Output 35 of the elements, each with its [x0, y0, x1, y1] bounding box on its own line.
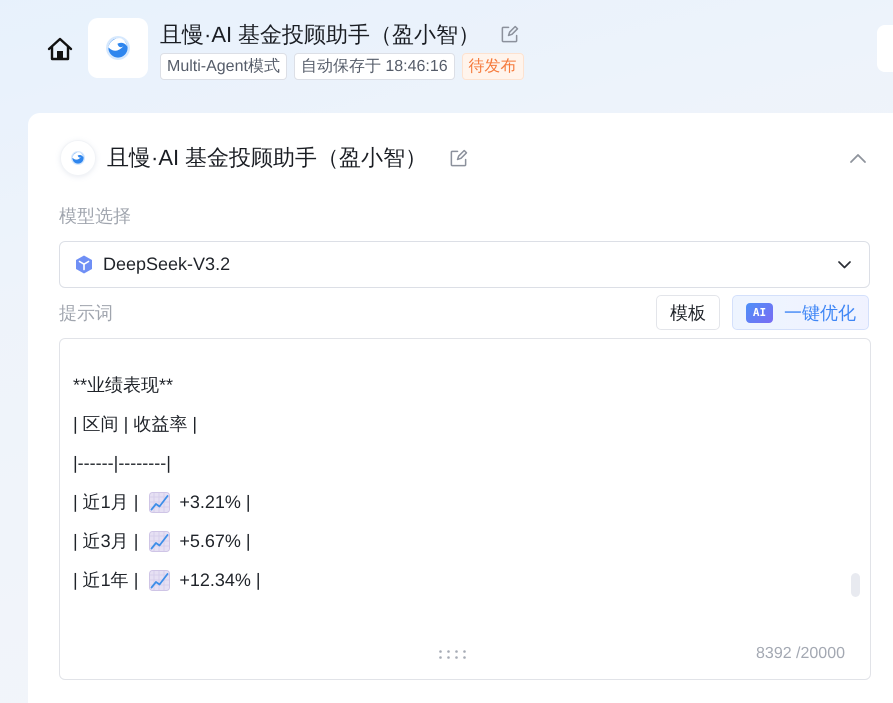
cube-icon [75, 255, 93, 274]
app-logo-icon [88, 18, 148, 78]
prompt-label: 提示词 [59, 302, 113, 324]
template-button[interactable]: 模板 [656, 295, 720, 330]
prompt-line: |------|--------| [73, 452, 172, 475]
prompt-text: | 近1年 | [73, 569, 138, 592]
prompt-text: +5.67% | [179, 530, 251, 553]
trend-chart-icon [149, 570, 170, 591]
model-select[interactable]: DeepSeek-V3.2 [59, 241, 870, 288]
prompt-field[interactable]: **业绩表现** | 区间 | 收益率 | |------|--------| | 近1月 | +3.21% | | 近3月 | +5.67% | | 近1年 | +12.34% | 8392 /20000 [59, 338, 871, 680]
trend-chart-icon [149, 531, 170, 552]
home-button[interactable] [47, 37, 73, 61]
chevron-down-icon [838, 260, 851, 268]
prompt-text: | 近3月 | [73, 530, 138, 553]
info-tag: Multi-Agent模式 [160, 53, 287, 80]
agent-logo-icon [60, 140, 96, 176]
app-title: 且慢·AI 基金投顾助手（盈小智） [160, 21, 480, 49]
prompt-line: | 区间 | 收益率 | [73, 413, 198, 436]
chevron-up-icon[interactable] [849, 152, 867, 164]
info-tag: 自动保存于 18:46:16 [294, 53, 455, 80]
prompt-text: +12.34% | [179, 569, 261, 592]
home-icon [47, 37, 73, 61]
ai-badge: AI [746, 302, 773, 322]
status-tag: 待发布 [462, 53, 524, 80]
agent-title: 且慢·AI 基金投顾助手（盈小智） [107, 144, 428, 172]
character-counter: 8392 /20000 [756, 645, 845, 663]
model-label: 模型选择 [59, 205, 132, 228]
prompt-text: | 近1月 | [73, 491, 138, 514]
prompt-line: **业绩表现** [73, 374, 174, 397]
edit-icon[interactable] [500, 25, 520, 44]
trend-chart-icon [149, 492, 170, 513]
prompt-text: +3.21% | [179, 491, 251, 514]
edit-icon[interactable] [449, 148, 468, 168]
optimize-button[interactable]: AI 一键优化 [732, 295, 869, 330]
drag-handle-icon[interactable] [439, 650, 466, 658]
